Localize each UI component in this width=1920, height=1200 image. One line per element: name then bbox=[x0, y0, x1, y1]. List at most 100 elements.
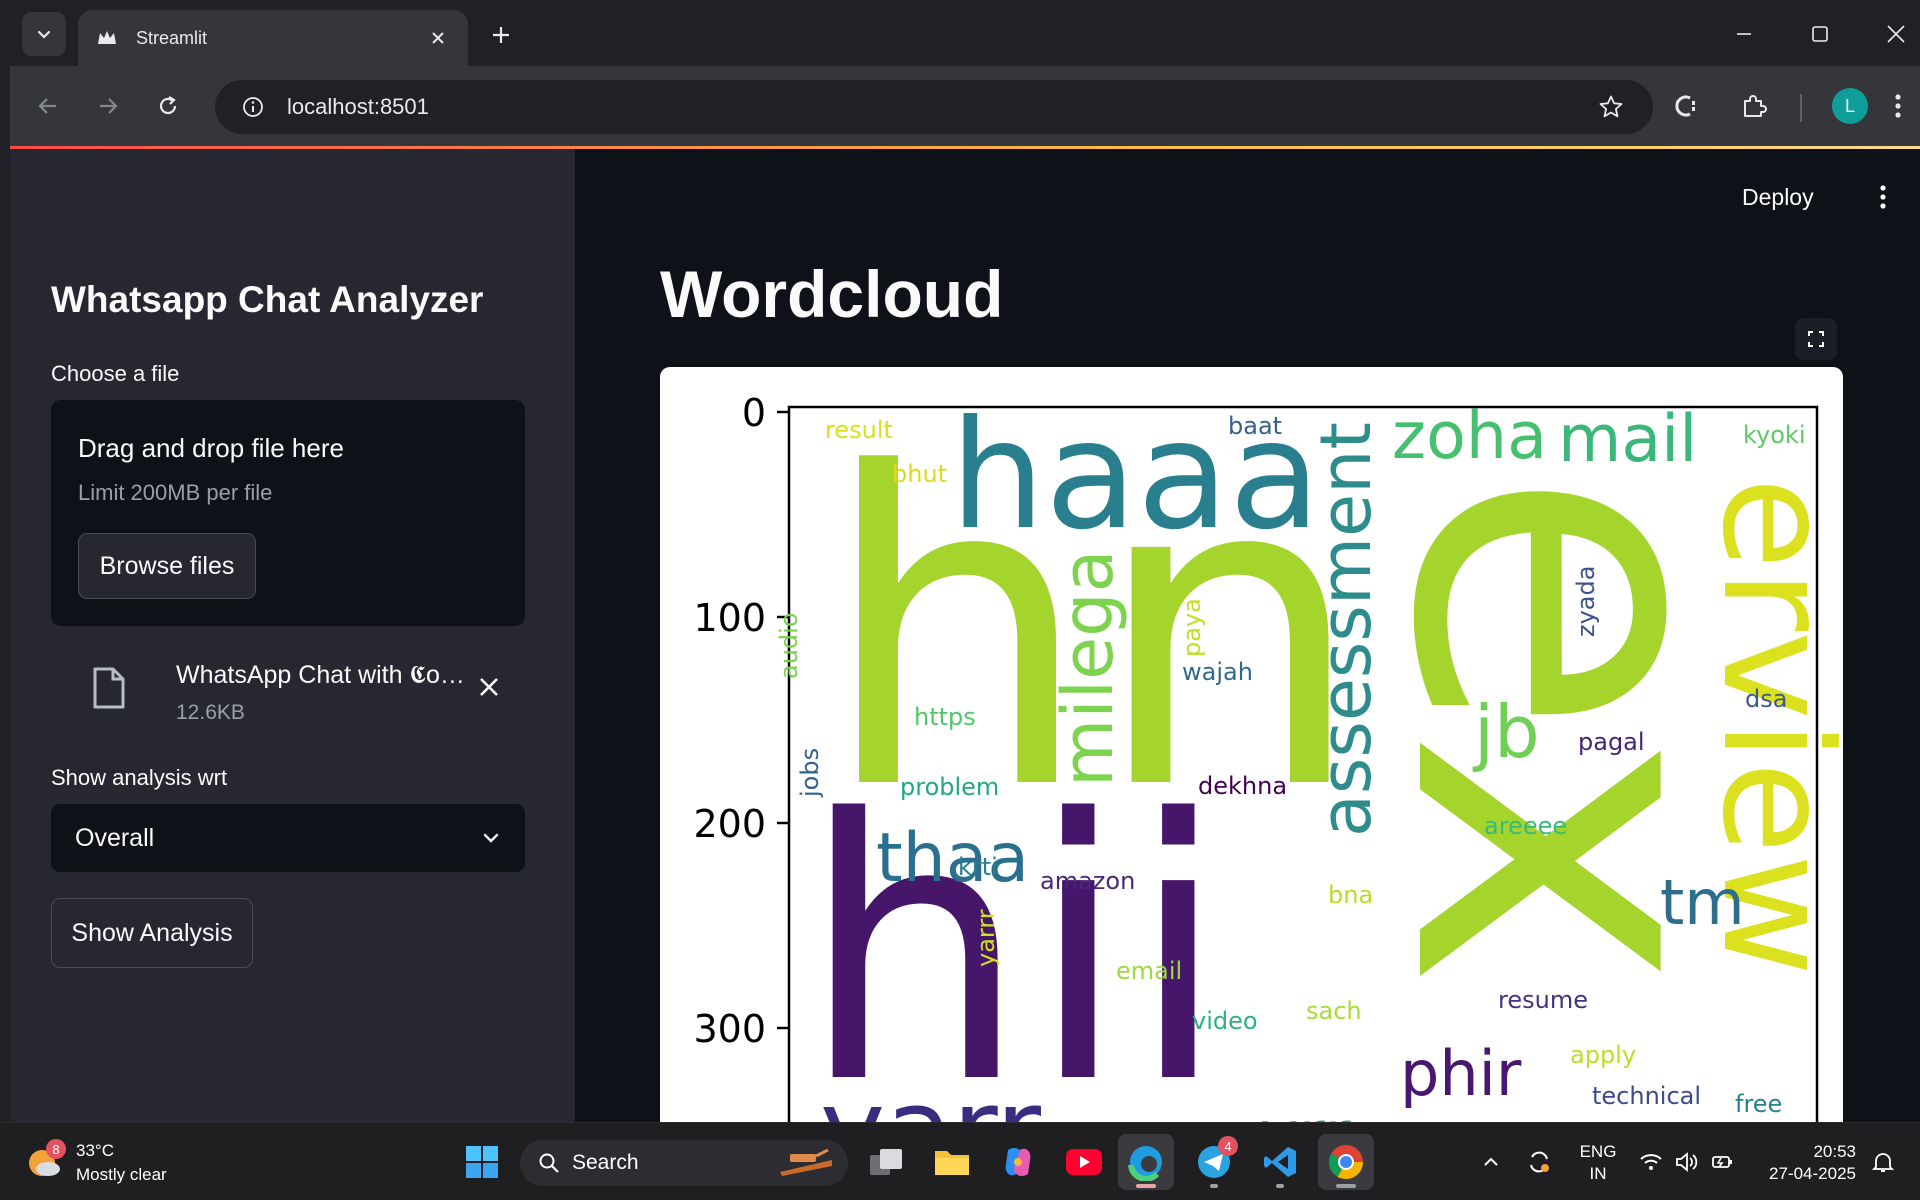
forward-button[interactable] bbox=[88, 86, 128, 126]
battery-charging-icon bbox=[1712, 1156, 1732, 1168]
edge-app[interactable] bbox=[1118, 1134, 1174, 1190]
wordcloud-word: resume bbox=[1498, 986, 1588, 1014]
wordcloud-word: bhut bbox=[892, 460, 947, 488]
wordcloud-word: baat bbox=[1228, 412, 1282, 440]
taskbar-search[interactable]: Search bbox=[520, 1140, 848, 1186]
vscode-app[interactable] bbox=[1252, 1134, 1308, 1190]
copilot-extension-button[interactable] bbox=[1666, 86, 1706, 126]
wordcloud-word: dekhna bbox=[1198, 772, 1287, 800]
remove-file-button[interactable] bbox=[471, 669, 507, 705]
wordcloud-word: milega bbox=[1047, 550, 1129, 787]
main-content: Deploy Wordcloud 0 100 200 300 hn haaa hii ex e… bbox=[575, 149, 1920, 1122]
analysis-select-label: Show analysis wrt bbox=[51, 765, 228, 790]
weather-temperature: 33°C bbox=[76, 1141, 114, 1160]
show-analysis-button[interactable]: Show Analysis bbox=[51, 898, 253, 968]
y-tick-label: 100 bbox=[693, 596, 766, 640]
wordcloud-word: paya bbox=[1178, 598, 1206, 657]
app-menu-button[interactable] bbox=[1865, 177, 1901, 217]
wordcloud-word: dsa bbox=[1745, 685, 1787, 713]
running-indicator bbox=[1136, 1184, 1156, 1188]
more-vertical-icon bbox=[1880, 185, 1886, 209]
extensions-button[interactable] bbox=[1734, 86, 1774, 126]
wordcloud-word: email bbox=[1116, 957, 1182, 985]
wordcloud-word: thaa bbox=[876, 819, 1029, 898]
telegram-badge: 4 bbox=[1218, 1136, 1238, 1156]
language-indicator[interactable]: ENG IN bbox=[1578, 1141, 1618, 1185]
chevron-down-icon bbox=[483, 833, 499, 843]
back-button[interactable] bbox=[28, 86, 68, 126]
deploy-button[interactable]: Deploy bbox=[1742, 184, 1814, 211]
maximize-icon bbox=[1812, 26, 1828, 42]
wordcloud-word: jb bbox=[1472, 690, 1540, 774]
weather-badge: 8 bbox=[46, 1139, 66, 1159]
volume-tray-icon[interactable] bbox=[1672, 1135, 1702, 1189]
running-indicator bbox=[1336, 1184, 1356, 1188]
vscode-icon bbox=[1264, 1147, 1296, 1177]
wordcloud-word: sach bbox=[1306, 997, 1362, 1025]
clock-date: 27-04-2025 bbox=[1769, 1164, 1856, 1183]
notification-bell-icon bbox=[1871, 1153, 1895, 1172]
star-icon bbox=[1599, 95, 1623, 118]
fullscreen-button[interactable] bbox=[1795, 318, 1837, 360]
maximize-button[interactable] bbox=[1800, 14, 1840, 54]
clock[interactable]: 20:53 27-04-2025 bbox=[1760, 1141, 1856, 1185]
show-hidden-icons-button[interactable] bbox=[1476, 1135, 1506, 1189]
running-indicator bbox=[1276, 1184, 1284, 1188]
browse-files-button[interactable]: Browse files bbox=[78, 533, 256, 599]
profile-avatar[interactable]: L bbox=[1832, 88, 1868, 124]
browser-tab[interactable]: Streamlit bbox=[78, 10, 468, 66]
wifi-icon bbox=[1640, 1154, 1662, 1170]
reload-button[interactable] bbox=[148, 86, 188, 126]
taskbar-search-placeholder: Search bbox=[572, 1151, 639, 1174]
notifications-button[interactable] bbox=[1868, 1135, 1898, 1189]
file-explorer-app[interactable] bbox=[924, 1134, 980, 1190]
folder-icon bbox=[935, 1151, 969, 1175]
copilot-app[interactable] bbox=[990, 1134, 1046, 1190]
arrow-right-icon bbox=[100, 98, 118, 114]
file-dropzone[interactable]: Drag and drop file here Limit 200MB per … bbox=[51, 400, 525, 626]
start-button[interactable] bbox=[454, 1134, 510, 1190]
page-title: Wordcloud bbox=[660, 257, 1004, 331]
close-icon bbox=[1887, 25, 1905, 43]
wordcloud-word: yrr bbox=[1260, 1098, 1351, 1122]
wordcloud-word: https bbox=[914, 703, 976, 731]
weather-widget[interactable]: 8 33°C Mostly clear bbox=[24, 1133, 194, 1191]
file-uploader-label: Choose a file bbox=[51, 361, 180, 386]
puzzle-icon bbox=[1744, 95, 1767, 117]
address-bar[interactable]: localhost:8501 bbox=[215, 80, 1653, 134]
wordcloud-word: audio bbox=[775, 612, 803, 679]
wordcloud-word: yarr bbox=[820, 1065, 1042, 1122]
extension-c-icon bbox=[1675, 95, 1695, 117]
toolbar-separator bbox=[1800, 94, 1802, 122]
new-tab-button[interactable] bbox=[484, 18, 518, 52]
dropzone-limit: Limit 200MB per file bbox=[78, 480, 273, 505]
analysis-select[interactable]: Overall bbox=[51, 804, 525, 872]
window-close-button[interactable] bbox=[1876, 14, 1916, 54]
wordcloud-word: free bbox=[1735, 1090, 1782, 1118]
streamlit-crown-icon bbox=[98, 31, 116, 44]
language-region: IN bbox=[1589, 1164, 1607, 1183]
url-text[interactable]: localhost:8501 bbox=[287, 94, 1591, 120]
tab-search-button[interactable] bbox=[22, 12, 66, 56]
uploaded-file-size: 12.6KB bbox=[176, 701, 245, 724]
wordcloud-word: video bbox=[1192, 1007, 1258, 1035]
task-view-button[interactable] bbox=[858, 1134, 914, 1190]
wordcloud-word: yarrr bbox=[972, 909, 1000, 967]
chrome-app[interactable] bbox=[1318, 1134, 1374, 1190]
telegram-app[interactable]: 4 bbox=[1186, 1134, 1242, 1190]
minimize-button[interactable] bbox=[1724, 14, 1764, 54]
weather-condition: Mostly clear bbox=[76, 1165, 167, 1184]
sync-tray-icon[interactable] bbox=[1522, 1135, 1556, 1189]
browser-menu-button[interactable] bbox=[1878, 86, 1918, 126]
wordcloud-word: phir bbox=[1400, 1037, 1522, 1110]
site-info-button[interactable] bbox=[233, 87, 273, 127]
youtube-app[interactable] bbox=[1056, 1134, 1112, 1190]
y-tick-label: 200 bbox=[693, 802, 766, 846]
tab-close-button[interactable] bbox=[426, 26, 450, 50]
bookmark-button[interactable] bbox=[1591, 87, 1631, 127]
task-view-icon bbox=[870, 1149, 902, 1175]
windows-icon bbox=[466, 1146, 498, 1178]
battery-tray-icon[interactable] bbox=[1708, 1135, 1738, 1189]
wifi-tray-icon[interactable] bbox=[1636, 1135, 1666, 1189]
wordcloud-word: areeee bbox=[1484, 812, 1567, 840]
